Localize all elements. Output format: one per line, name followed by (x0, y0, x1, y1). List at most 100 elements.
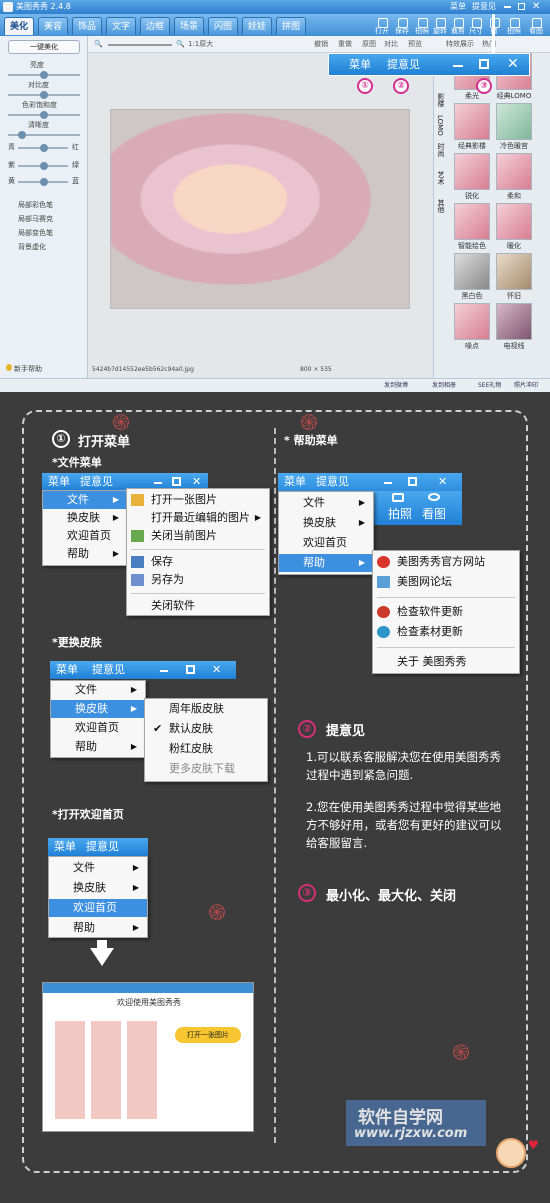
photo-icon[interactable]: 拍照 (506, 18, 522, 36)
save-icon[interactable]: 保存 (394, 18, 410, 36)
preview-button[interactable]: 预览 (408, 36, 422, 53)
zoom-actual-button[interactable]: 1:1原大 (188, 36, 213, 53)
close-image-item[interactable]: 关闭当前图片 (127, 527, 269, 545)
menu-item-file[interactable]: 文件 ▶ (51, 681, 145, 699)
menu-item-help[interactable]: 帮助 ▶ (279, 554, 373, 572)
camera-icon[interactable]: 拍照 (414, 18, 430, 36)
check-assets-item[interactable]: 检查素材更新 (373, 623, 519, 641)
newbie-help-link[interactable]: 新手帮助 (14, 364, 42, 374)
menu-button[interactable]: 菜单 (44, 473, 74, 491)
tool-color-pen[interactable]: 局部彩色笔 (18, 200, 53, 210)
tool-recolor[interactable]: 局部变色笔 (18, 228, 53, 238)
side-tab-fashion[interactable]: 时尚 (436, 143, 448, 157)
side-tab-studio[interactable]: 影楼 (436, 93, 448, 107)
rotate-icon[interactable]: 旋转 (432, 18, 448, 36)
menu-item-home[interactable]: 欢迎首页 (49, 899, 147, 917)
print-link[interactable]: 照片冲印 (514, 379, 538, 392)
close-icon[interactable]: ✕ (212, 661, 221, 679)
tool-blur-bg[interactable]: 背景虚化 (18, 242, 46, 252)
compare-button[interactable]: 对比 (384, 36, 398, 53)
undo-button[interactable]: 撤销 (314, 36, 328, 53)
side-tab-other[interactable]: 其他 (436, 199, 448, 213)
menu-item-file[interactable]: 文件 ▶ (49, 859, 147, 877)
skin-default[interactable]: ✔ 默认皮肤 (145, 720, 267, 738)
about-item[interactable]: 关于 美图秀秀 (373, 653, 519, 671)
minimize-icon[interactable] (504, 6, 511, 8)
menu-item-file[interactable]: 文件 ▶ (279, 494, 373, 512)
saturation-slider[interactable] (8, 111, 80, 119)
contrast-slider[interactable] (8, 91, 80, 99)
menu-item-help[interactable]: 帮助 ▶ (49, 919, 147, 937)
close-icon[interactable]: ✕ (438, 473, 447, 491)
tab-flash[interactable]: 闪图 (208, 17, 238, 35)
one-click-button[interactable]: 一键美化 (8, 40, 80, 54)
tab-beauty[interactable]: 美容 (38, 17, 68, 35)
minimize-icon[interactable] (160, 670, 168, 672)
maximize-icon[interactable] (518, 3, 525, 10)
effect-thumb-8[interactable] (496, 203, 532, 240)
tab-collage[interactable]: 拼图 (276, 17, 306, 35)
menu-item-file[interactable]: 文件 ▶ (43, 491, 127, 509)
forum-item[interactable]: 美图网论坛 (373, 573, 519, 591)
open-icon[interactable]: 打开 (374, 18, 390, 36)
brightness-slider[interactable] (8, 71, 80, 79)
close-icon[interactable]: ✕ (532, 0, 540, 14)
maximize-icon[interactable] (186, 665, 195, 674)
effect-thumb-4[interactable] (496, 103, 532, 140)
menu-item-home[interactable]: 欢迎首页 (51, 719, 145, 737)
tab-doll[interactable]: 娃娃 (242, 17, 272, 35)
menu-item-skin[interactable]: 换皮肤 ▶ (279, 514, 373, 532)
save-as-item[interactable]: 另存为 (127, 571, 269, 589)
crop-icon[interactable]: 裁剪 (450, 18, 466, 36)
save-item[interactable]: 保存 (127, 553, 269, 571)
skin-anniversary[interactable]: 周年版皮肤 (145, 700, 267, 718)
title-feedback-button[interactable]: 提意见 (472, 0, 496, 14)
zoom-in-icon[interactable]: 🔍 (176, 36, 185, 53)
cyan-red-slider[interactable] (18, 144, 68, 152)
tab-border[interactable]: 边框 (140, 17, 170, 35)
official-site-item[interactable]: 美图秀秀官方网站 (373, 553, 519, 571)
yellow-blue-slider[interactable] (18, 178, 68, 186)
zoom-out-icon[interactable]: 🔍 (94, 36, 103, 53)
effect-thumb-5[interactable] (454, 153, 490, 190)
menu-button[interactable]: 菜单 (50, 838, 80, 856)
eye-icon[interactable] (428, 493, 440, 501)
menu-button[interactable]: 菜单 (280, 473, 310, 491)
menu-item-help[interactable]: 帮助 ▶ (51, 738, 145, 756)
camera-icon[interactable] (392, 493, 404, 502)
menu-item-skin[interactable]: 换皮肤 ▶ (49, 879, 147, 897)
resize-icon[interactable]: 尺寸 (468, 18, 484, 36)
minimize-icon[interactable] (384, 482, 392, 484)
zoom-slider[interactable] (108, 44, 172, 46)
photo-label[interactable]: 拍照 (388, 505, 412, 522)
check-update-item[interactable]: 检查软件更新 (373, 603, 519, 621)
sharpness-slider[interactable] (8, 131, 80, 139)
feedback-button[interactable]: 提意见 (82, 838, 123, 856)
maximize-icon[interactable] (172, 477, 181, 486)
maximize-icon[interactable] (408, 477, 417, 486)
menu-item-skin[interactable]: 换皮肤 ▶ (51, 700, 145, 718)
tab-beautify[interactable]: 美化 (4, 17, 34, 35)
tab-accessory[interactable]: 饰品 (72, 17, 102, 35)
menu-item-home[interactable]: 欢迎首页 (279, 534, 373, 552)
side-tab-lomo[interactable]: LOMO (436, 115, 448, 136)
exit-item[interactable]: 关闭软件 (127, 597, 269, 615)
reset-button[interactable]: 原图 (362, 36, 376, 53)
tab-text[interactable]: 文字 (106, 17, 136, 35)
skin-more-download[interactable]: 更多皮肤下载 (145, 760, 267, 778)
open-image-item[interactable]: 打开一张图片 (127, 491, 269, 509)
effect-thumb-11[interactable] (454, 303, 490, 340)
open-recent-item[interactable]: 打开最近编辑的图片 ▶ (127, 509, 269, 527)
side-tab-art[interactable]: 艺术 (436, 171, 448, 185)
title-menu-button[interactable]: 菜单 (450, 0, 466, 14)
feedback-button[interactable]: 提意见 (312, 473, 353, 491)
gift-link[interactable]: SEE礼物 (478, 379, 501, 392)
menu-item-home[interactable]: 欢迎首页 (43, 527, 127, 545)
effect-thumb-7[interactable] (454, 203, 490, 240)
menu-item-help[interactable]: 帮助 ▶ (43, 545, 127, 563)
menu-button[interactable]: 菜单 (52, 661, 82, 679)
share-weibo-link[interactable]: 发到微博 (384, 379, 408, 392)
tool-mosaic[interactable]: 局部马赛克 (18, 214, 53, 224)
minimize-icon[interactable] (154, 482, 162, 484)
menu-item-skin[interactable]: 换皮肤 ▶ (43, 509, 127, 527)
